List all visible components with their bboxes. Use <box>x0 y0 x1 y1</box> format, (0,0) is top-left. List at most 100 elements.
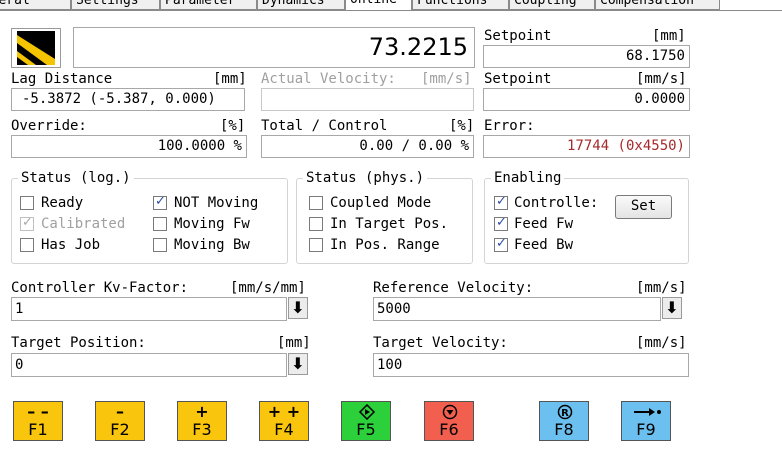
actual-velocity-label: Actual Velocity: <box>261 71 396 87</box>
moving-bw-label: Moving Bw <box>174 237 250 253</box>
actual-velocity-field <box>261 88 474 111</box>
feed-bw-checkbox[interactable] <box>494 236 508 252</box>
setpoint-position-label: Setpoint <box>484 28 552 44</box>
f1-button[interactable]: – – F1 <box>13 401 63 441</box>
coupled-mode-label: Coupled Mode <box>330 195 432 211</box>
set-enabling-button[interactable]: Set <box>615 195 672 219</box>
coupled-mode-checkbox[interactable] <box>309 196 323 210</box>
total-control-field: 0.00 / 0.00 % <box>261 135 474 158</box>
target-velocity-unit: [mm/s] <box>636 335 687 351</box>
actual-position-display: 73.2215 <box>73 27 475 68</box>
f9-button[interactable]: F9 <box>621 401 671 441</box>
in-target-pos-label: In Target Pos. <box>330 216 449 232</box>
target-position-apply-button[interactable]: ⬇ <box>288 353 308 375</box>
error-label: Error: <box>484 118 535 134</box>
f8-label: F8 <box>554 420 574 439</box>
status-phys-group: Status (phys.) Coupled Mode In Target Po… <box>296 169 473 264</box>
status-log-group: Status (log.) Ready Calibrated Has Job N… <box>11 169 288 264</box>
in-pos-range-checkbox[interactable] <box>309 238 323 252</box>
start-icon <box>358 404 376 420</box>
ready-label: Ready <box>41 195 84 211</box>
tab-functions[interactable]: Functions <box>412 0 509 10</box>
f3-button[interactable]: + F3 <box>177 401 227 441</box>
moving-bw-checkbox[interactable] <box>153 238 167 252</box>
reference-velocity-input[interactable]: 5000 <box>373 297 661 321</box>
f4-label: F4 <box>274 420 294 439</box>
lag-distance-field: -5.3872 (-5.387, 0.000) <box>11 88 245 111</box>
calibrated-checkbox[interactable] <box>20 215 34 231</box>
tab-compensation[interactable]: Compensation <box>595 0 720 10</box>
tab-coupling[interactable]: Coupling <box>509 0 595 10</box>
setpoint-position-field: 68.1750 <box>483 45 690 68</box>
setpoint-velocity-field: 0.0000 <box>483 88 690 111</box>
forward-icon: + <box>195 402 209 421</box>
setpoint-position-unit: [mm] <box>652 28 686 44</box>
move-to-target-icon <box>634 408 661 416</box>
override-label: Override: <box>11 118 87 134</box>
tab-settings[interactable]: Settings <box>71 0 160 10</box>
error-field: 17744 (0x4550) <box>483 135 690 158</box>
kv-factor-input[interactable]: 1 <box>11 297 287 321</box>
lag-distance-unit: [mm] <box>213 71 247 87</box>
reset-icon: R <box>557 404 573 420</box>
in-pos-range-label: In Pos. Range <box>330 237 440 253</box>
not-moving-checkbox[interactable] <box>153 194 167 210</box>
arrow-down-icon: ⬇ <box>291 354 305 373</box>
status-phys-title: Status (phys.) <box>303 169 428 187</box>
f6-button[interactable]: F6 <box>424 401 474 441</box>
axis-logo-icon <box>11 28 61 68</box>
f1-label: F1 <box>28 420 48 439</box>
status-log-title: Status (log.) <box>18 169 134 187</box>
ready-checkbox[interactable] <box>20 196 34 210</box>
kv-factor-unit: [mm/s/mm] <box>230 280 306 296</box>
f5-label: F5 <box>356 420 376 439</box>
actual-velocity-unit: [mm/s] <box>421 71 472 87</box>
tab-divider <box>0 10 782 11</box>
moving-fw-checkbox[interactable] <box>153 217 167 231</box>
svg-text:R: R <box>561 408 569 419</box>
total-control-unit: [%] <box>449 118 475 134</box>
fast-backward-icon: – – <box>27 402 49 421</box>
setpoint-velocity-label: Setpoint <box>484 71 552 87</box>
f6-label: F6 <box>439 420 459 439</box>
total-control-label: Total / Control <box>261 118 388 134</box>
target-velocity-label: Target Velocity: <box>373 335 508 351</box>
reference-velocity-unit: [mm/s] <box>636 280 687 296</box>
controller-enable-checkbox[interactable] <box>494 194 508 210</box>
has-job-label: Has Job <box>41 237 101 253</box>
lag-distance-label: Lag Distance <box>11 71 113 87</box>
f4-button[interactable]: + + F4 <box>259 401 309 441</box>
target-position-input[interactable]: 0 <box>11 353 287 377</box>
arrow-down-icon: ⬇ <box>665 298 679 317</box>
feed-bw-label: Feed Bw <box>514 237 574 253</box>
tab-general[interactable]: General <box>0 0 71 10</box>
f2-label: F2 <box>110 420 130 439</box>
override-unit: [%] <box>220 118 246 134</box>
has-job-checkbox[interactable] <box>20 238 34 252</box>
tab-dynamics[interactable]: Dynamics <box>257 0 345 10</box>
backward-icon: – <box>116 402 124 421</box>
enabling-title: Enabling <box>491 169 565 187</box>
setpoint-velocity-unit: [mm/s] <box>636 71 687 87</box>
moving-fw-label: Moving Fw <box>174 216 250 232</box>
feed-fw-label: Feed Fw <box>514 216 574 232</box>
kv-factor-apply-button[interactable]: ⬇ <box>288 297 308 319</box>
reference-velocity-apply-button[interactable]: ⬇ <box>662 297 682 319</box>
tab-bar: General Settings Parameter Dynamics Onli… <box>0 0 782 11</box>
calibrated-label: Calibrated <box>41 216 126 232</box>
target-velocity-input[interactable]: 100 <box>373 353 689 377</box>
tab-parameter[interactable]: Parameter <box>160 0 257 10</box>
f8-button[interactable]: R F8 <box>539 401 589 441</box>
not-moving-label: NOT Moving <box>174 195 259 211</box>
in-target-pos-checkbox[interactable] <box>309 217 323 231</box>
stop-icon <box>442 404 458 420</box>
feed-fw-checkbox[interactable] <box>494 215 508 231</box>
kv-factor-label: Controller Kv-Factor: <box>11 280 189 296</box>
f5-button[interactable]: F5 <box>341 401 391 441</box>
arrow-down-icon: ⬇ <box>291 298 305 317</box>
reference-velocity-label: Reference Velocity: <box>373 280 534 296</box>
enabling-group: Enabling Controlle: Feed Fw Feed Bw Set <box>484 169 689 264</box>
f2-button[interactable]: – F2 <box>95 401 145 441</box>
f3-label: F3 <box>192 420 212 439</box>
fast-forward-icon: + + <box>267 402 301 421</box>
